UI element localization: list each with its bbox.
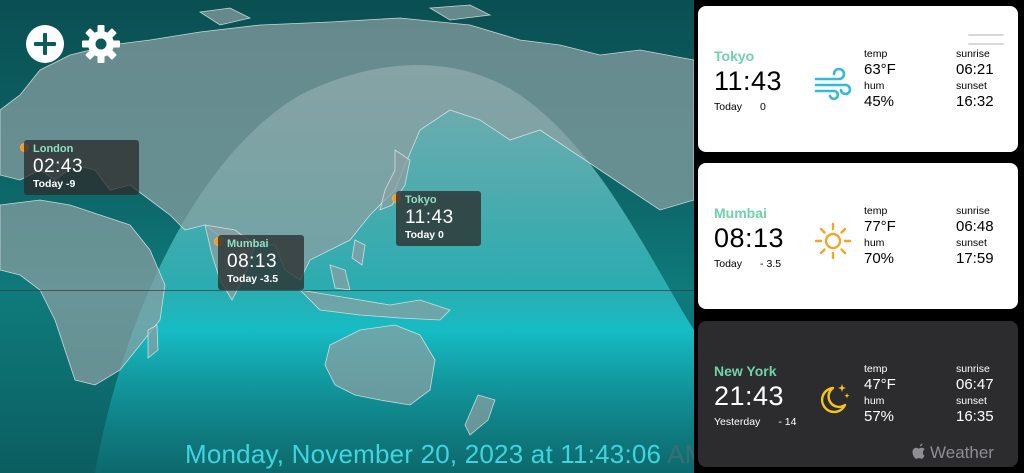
map-label-offset: Today -3.5 <box>227 273 279 285</box>
card-day-offset: Today 0 <box>714 101 766 113</box>
humidity-label: hum <box>864 80 885 92</box>
city-card-tokyo[interactable]: Tokyo 11:43 Today 0 temp 63°F hum 45% sun… <box>698 6 1018 152</box>
sunrise-value: 06:47 <box>956 376 994 393</box>
sun-icon <box>814 222 852 260</box>
temp-label: temp <box>864 363 888 375</box>
moon-stars-icon <box>820 384 850 414</box>
temp-value: 77°F <box>864 218 896 235</box>
sunset-value: 17:59 <box>956 250 994 267</box>
map-label-time: 02:43 <box>33 156 84 177</box>
date-time-timezone: AM GMT+9 <box>667 439 694 469</box>
humidity-value: 57% <box>864 408 895 425</box>
gear-icon <box>82 25 120 63</box>
sunset-value: 16:32 <box>956 93 994 110</box>
sunrise-value: 06:48 <box>956 218 994 235</box>
sunrise-label: sunrise <box>956 48 990 60</box>
current-date-time: Monday, November 20, 2023 at 11:43:06 AM… <box>185 439 694 470</box>
card-local-time: 11:43 <box>714 66 783 96</box>
map-label-london[interactable]: London 02:43 Today -9 <box>24 140 139 195</box>
add-city-button[interactable] <box>24 23 66 65</box>
sunset-label: sunset <box>956 395 987 407</box>
map-label-time: 11:43 <box>405 207 454 228</box>
humidity-label: hum <box>864 237 885 249</box>
sunset-label: sunset <box>956 237 987 249</box>
city-card-mumbai[interactable]: Mumbai 08:13 Today - 3.5 temp 77°F hum 70… <box>698 163 1018 309</box>
city-cards-panel: Tokyo 11:43 Today 0 temp 63°F hum 45% sun… <box>694 0 1024 473</box>
weather-brand-label: Weather <box>930 443 994 462</box>
card-city-name: Mumbai <box>714 205 767 221</box>
temp-value: 47°F <box>864 376 896 393</box>
sunrise-label: sunrise <box>956 363 990 375</box>
map-label-offset: Today 0 <box>405 229 444 241</box>
map-label-offset: Today -9 <box>33 178 76 190</box>
humidity-label: hum <box>864 395 885 407</box>
temp-value: 63°F <box>864 61 896 78</box>
map-label-city: Tokyo <box>405 194 437 206</box>
card-city-name: New York <box>714 363 777 379</box>
map-label-time: 08:13 <box>227 251 278 272</box>
temp-label: temp <box>864 205 888 217</box>
equator-line <box>0 290 694 291</box>
date-time-main: Monday, November 20, 2023 at 11:43:06 <box>185 439 662 469</box>
wind-icon <box>814 67 852 101</box>
sunrise-value: 06:21 <box>956 61 994 78</box>
apple-logo-icon <box>912 443 925 459</box>
map-label-mumbai[interactable]: Mumbai 08:13 Today -3.5 <box>218 235 304 290</box>
map-label-tokyo[interactable]: Tokyo 11:43 Today 0 <box>396 191 481 246</box>
card-day-offset: Today - 3.5 <box>714 258 782 270</box>
map-label-city: London <box>33 143 74 155</box>
card-day-offset: Yesterday - 14 <box>714 416 797 428</box>
map-label-city: Mumbai <box>227 238 269 250</box>
sunset-value: 16:35 <box>956 408 994 425</box>
world-map-graphic <box>0 4 694 473</box>
card-local-time: 21:43 <box>714 381 785 411</box>
humidity-value: 70% <box>864 250 895 267</box>
humidity-value: 45% <box>864 93 895 110</box>
plus-circle-icon <box>26 25 64 63</box>
temp-label: temp <box>864 48 888 60</box>
sunset-label: sunset <box>956 80 987 92</box>
card-local-time: 08:13 <box>714 223 785 253</box>
card-city-name: Tokyo <box>714 48 755 64</box>
world-map[interactable]: London 02:43 Today -9 Mumbai 08:13 Today… <box>0 0 694 473</box>
settings-button[interactable] <box>80 23 122 65</box>
sunrise-label: sunrise <box>956 205 990 217</box>
weather-attribution[interactable]: Weather <box>912 443 994 463</box>
